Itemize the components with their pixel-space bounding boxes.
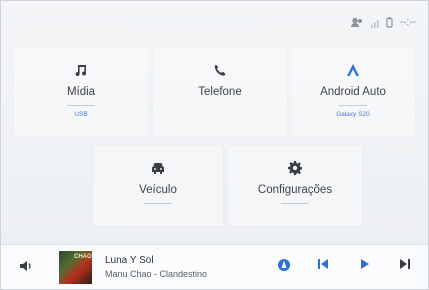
volume-icon[interactable] (19, 259, 33, 278)
status-bar: --:-- (350, 17, 416, 28)
divider (67, 105, 95, 106)
settings-label: Configurações (257, 184, 333, 196)
previous-track-icon[interactable] (317, 257, 329, 271)
clock: --:-- (399, 17, 416, 28)
media-label: Mídia (66, 86, 96, 98)
phone-icon (213, 61, 227, 79)
battery-icon (386, 17, 393, 28)
play-icon[interactable] (359, 257, 371, 271)
music-note-icon (74, 61, 88, 79)
android-auto-tile[interactable]: Android Auto Galaxy S20 (292, 49, 414, 135)
phone-label: Telefone (198, 86, 242, 98)
divider (339, 105, 367, 106)
gear-icon (288, 159, 302, 177)
connected-device: Galaxy S20 (336, 111, 370, 118)
user-profile-icon[interactable] (350, 17, 363, 28)
signal-icon (370, 18, 379, 28)
divider (281, 203, 309, 204)
android-auto-icon (346, 61, 360, 79)
track-title: Luna Y Sol (105, 255, 154, 266)
album-art[interactable]: CHAO (59, 251, 92, 284)
next-track-icon[interactable] (399, 257, 411, 271)
track-artist: Manu Chao - Clandestino (105, 269, 208, 279)
car-icon (150, 159, 166, 177)
voice-assistant-icon[interactable] (277, 257, 291, 273)
divider (144, 203, 172, 204)
media-source: USB (74, 111, 88, 118)
media-tile[interactable]: Mídia USB (15, 49, 147, 135)
vehicle-label: Veículo (139, 184, 177, 196)
android-auto-label: Android Auto (320, 86, 386, 98)
track-info[interactable]: Luna Y Sol Manu Chao - Clandestino (105, 255, 207, 279)
phone-tile[interactable]: Telefone (154, 49, 286, 135)
album-art-text: CHAO (74, 254, 92, 260)
infotainment-screen: --:-- Mídia USB Telefone Android Auto Ga… (0, 0, 429, 290)
vehicle-tile[interactable]: Veículo (94, 147, 222, 225)
settings-tile[interactable]: Configurações (229, 147, 361, 225)
media-player-bar: CHAO Luna Y Sol Manu Chao - Clandestino (1, 244, 428, 289)
